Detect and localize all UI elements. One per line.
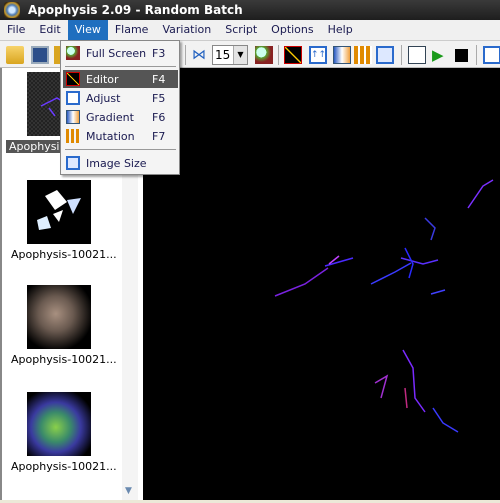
depth-select[interactable]: 15 ▼ — [212, 45, 248, 65]
adjust-icon[interactable]: ↑↑ — [309, 46, 327, 64]
window-title: Apophysis 2.09 - Random Batch — [28, 3, 243, 17]
open-icon[interactable] — [6, 46, 24, 64]
menu-item-editor[interactable]: Editor F4 — [63, 70, 178, 88]
image-size-icon[interactable] — [376, 46, 394, 64]
mutation-icon[interactable] — [354, 46, 372, 64]
scroll-down-icon[interactable]: ▼ — [125, 486, 132, 496]
menu-item-image-size[interactable]: Image Size — [63, 154, 178, 172]
thumbnail-image[interactable] — [27, 180, 91, 244]
chevron-down-icon[interactable]: ▼ — [233, 46, 247, 64]
fullscreen-icon[interactable] — [255, 46, 273, 64]
menu-item-gradient[interactable]: Gradient F6 — [63, 108, 178, 126]
mutation-icon — [66, 129, 80, 143]
thumbnail-label[interactable]: Apophysis-10021... — [11, 248, 117, 261]
menu-options[interactable]: Options — [264, 20, 320, 40]
menu-bar: File Edit View Flame Variation Script Op… — [0, 20, 500, 40]
menu-separator — [65, 149, 176, 150]
title-bar: Apophysis 2.09 - Random Batch — [0, 0, 500, 20]
thumbnail-image[interactable] — [27, 285, 91, 349]
menu-help[interactable]: Help — [321, 20, 360, 40]
view-menu-dropdown: Full Screen F3 Editor F4 Adjust F5 Gradient… — [60, 40, 180, 175]
menu-variation[interactable]: Variation — [155, 20, 218, 40]
menu-item-mutation[interactable]: Mutation F7 — [63, 127, 178, 145]
checklist-icon[interactable] — [483, 46, 500, 64]
thumbnail-label[interactable]: Apophysis-10021... — [11, 460, 117, 473]
mirror-icon[interactable]: ⋈ — [192, 46, 210, 64]
editor-icon[interactable] — [284, 46, 302, 64]
save-icon[interactable] — [31, 46, 49, 64]
gradient-icon[interactable] — [333, 46, 351, 64]
thumbnail-label[interactable]: Apophysis-10021... — [11, 353, 117, 366]
flame-preview — [143, 68, 500, 500]
menu-separator — [65, 66, 176, 67]
script-editor-icon[interactable] — [408, 46, 426, 64]
image-size-icon — [66, 156, 80, 170]
fullscreen-icon — [66, 46, 80, 60]
editor-icon — [66, 72, 80, 86]
menu-edit[interactable]: Edit — [32, 20, 67, 40]
gradient-icon — [66, 110, 80, 124]
flame-render — [274, 179, 494, 433]
menu-file[interactable]: File — [0, 20, 32, 40]
stop-icon[interactable] — [455, 49, 468, 62]
menu-item-full-screen[interactable]: Full Screen F3 — [63, 44, 178, 62]
menu-item-adjust[interactable]: Adjust F5 — [63, 89, 178, 107]
menu-script[interactable]: Script — [218, 20, 264, 40]
play-icon[interactable]: ▶ — [432, 46, 450, 64]
thumbnail-image[interactable] — [27, 392, 91, 456]
menu-view[interactable]: View — [67, 20, 108, 40]
menu-flame[interactable]: Flame — [108, 20, 156, 40]
adjust-icon — [66, 91, 80, 105]
app-icon[interactable] — [4, 2, 20, 18]
